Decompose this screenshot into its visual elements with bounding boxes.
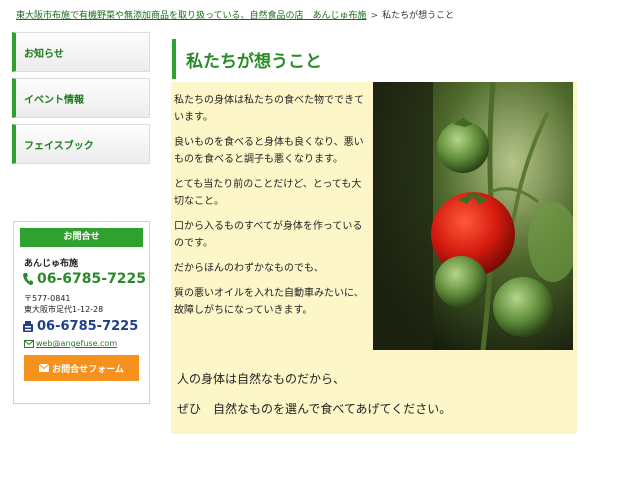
page-title: 私たちが想うこと (172, 39, 577, 80)
contact-form-button[interactable]: お問合せフォーム (24, 355, 139, 381)
sidebar-nav: お知らせ イベント情報 フェイスブック (12, 32, 150, 170)
phone-icon (23, 273, 33, 285)
phone-number[interactable]: 06-6785-7225 (22, 271, 149, 287)
paragraph: 口から入るものすべてが身体を作っているのです。 (174, 221, 363, 249)
closing-line: 人の身体は自然なものだから、 (177, 372, 346, 386)
fax-number-text: 06-6785-7225 (37, 319, 139, 334)
postal-code: 〒577-0841 (24, 294, 71, 303)
breadcrumb-separator: > (370, 11, 379, 21)
breadcrumb-current: 私たちが想うこと (382, 11, 455, 21)
contact-form-label: お問合せフォーム (52, 364, 124, 375)
paragraph: 私たちの身体は私たちの食べた物でできています。 (174, 95, 364, 123)
paragraph: 良いものを食べると身体も良くなり、悪いものを食べると調子も悪くなります。 (174, 137, 364, 165)
fax-number: 06-6785-7225 (22, 319, 149, 334)
store-name: あんじゅ布施 (24, 259, 79, 269)
sidebar-item-label: フェイスブック (24, 140, 94, 152)
sidebar-item-label: イベント情報 (24, 94, 84, 106)
envelope-icon (39, 364, 50, 372)
mail-icon (24, 339, 34, 348)
breadcrumb: 東大阪市布施で有機野菜や無添加商品を取り扱っている、自然食品の店 あんじゅ布施 >… (16, 8, 454, 21)
sidebar-item-news[interactable]: お知らせ (12, 32, 150, 72)
email-link[interactable]: web@angefuse.com (24, 339, 149, 348)
closing-message: 人の身体は自然なものだから、 ぜひ 自然なものを選んで食べてあげてください。 (177, 364, 451, 424)
address: 〒577-0841 東大阪市足代1-12-28 (24, 293, 149, 315)
paragraph: だからほんのわずかなものでも、 (174, 263, 324, 274)
fax-icon (23, 321, 33, 332)
paragraph: 質の悪いオイルを入れた自動車みたいに、故障しがちになっていきます。 (174, 288, 364, 316)
tomato-photo (373, 82, 573, 350)
contact-box: お問合せ あんじゅ布施 06-6785-7225 〒577-0841 東大阪市足… (13, 221, 150, 404)
sidebar-item-label: お知らせ (24, 48, 64, 60)
content-panel: 私たちの身体は私たちの食べた物でできています。 良いものを食べると身体も良くなり… (171, 82, 577, 434)
sidebar-item-events[interactable]: イベント情報 (12, 78, 150, 118)
street-address: 東大阪市足代1-12-28 (24, 305, 104, 314)
sidebar-item-facebook[interactable]: フェイスブック (12, 124, 150, 164)
contact-header: お問合せ (20, 228, 143, 247)
paragraph: とても当たり前のことだけど、とっても大切なこと。 (174, 179, 362, 207)
body-text: 私たちの身体は私たちの食べた物でできています。 良いものを食べると身体も良くなり… (174, 92, 364, 327)
email-text: web@angefuse.com (36, 339, 118, 348)
breadcrumb-home-link[interactable]: 東大阪市布施で有機野菜や無添加商品を取り扱っている、自然食品の店 あんじゅ布施 (16, 11, 367, 21)
phone-number-text: 06-6785-7225 (37, 271, 147, 287)
closing-line: ぜひ 自然なものを選んで食べてあげてください。 (177, 402, 452, 416)
